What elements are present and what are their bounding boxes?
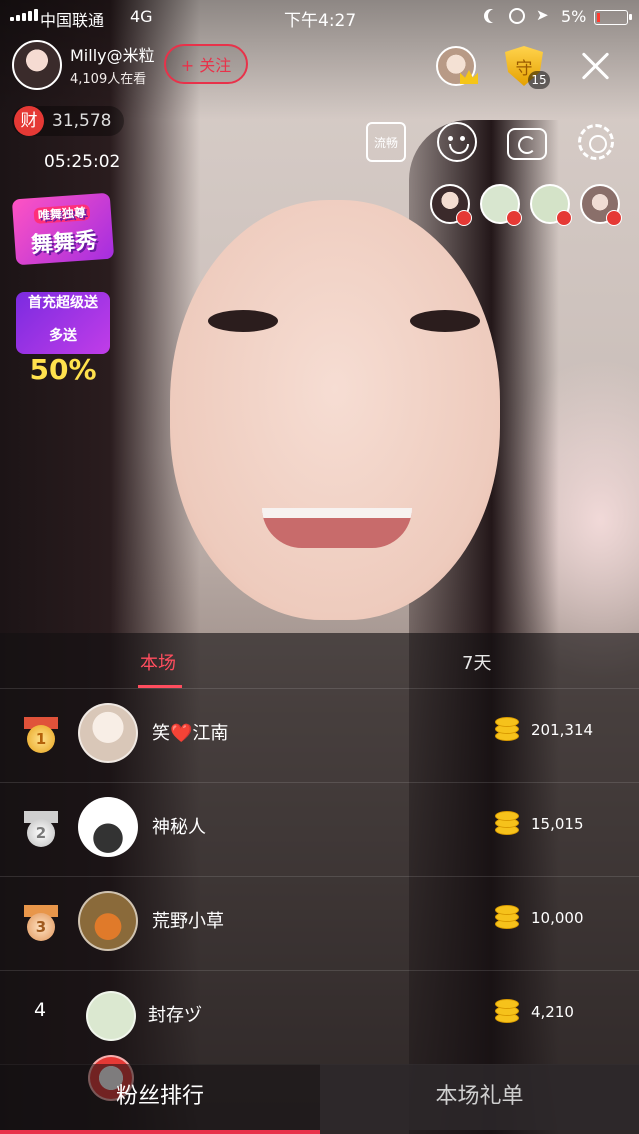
coin-icon	[495, 715, 521, 745]
wealth-icon: 财	[14, 106, 44, 136]
network-type: 4G	[130, 7, 153, 26]
viewer-avatar[interactable]	[530, 184, 572, 226]
follow-button[interactable]: + 关注	[164, 44, 248, 84]
avatar[interactable]	[78, 797, 138, 857]
user-name: 神秘人	[152, 817, 206, 838]
first-recharge-banner[interactable]: 首充超级送 多送 50%	[16, 292, 110, 386]
tab-gift-list[interactable]: 本场礼单	[320, 1064, 639, 1130]
lock-rotation-icon	[509, 8, 525, 24]
vip-badge-icon	[506, 210, 522, 226]
smooth-quality-label: 流畅	[373, 135, 398, 150]
user-name: 荒野小草	[152, 911, 224, 932]
recharge-banner-percent: 50%	[29, 353, 97, 386]
moon-icon	[488, 9, 502, 23]
host-name: Milly@米粒	[70, 46, 155, 65]
recharge-banner-sub: 多送	[49, 328, 77, 344]
viewer-avatar[interactable]	[480, 184, 522, 226]
medal-icon: 1	[24, 717, 58, 757]
user-name: 封存ヅ	[148, 1005, 202, 1026]
ranking-row[interactable]: 3 荒野小草 10,000	[0, 877, 639, 971]
battery-icon	[594, 10, 632, 25]
avatar[interactable]	[78, 891, 138, 951]
wealth-value: 31,578	[52, 111, 112, 131]
tab-indicator	[138, 685, 182, 688]
ranking-row[interactable]: 2 神秘人 15,015	[0, 783, 639, 877]
contribution-value: 15,015	[531, 815, 584, 833]
rank-number: 3	[27, 913, 55, 941]
rank-number: 1	[27, 725, 55, 753]
battery-percent: 5%	[561, 7, 587, 26]
dance-banner-title-b: 舞秀	[52, 228, 98, 257]
vip-badge-icon	[556, 210, 572, 226]
ranking-tab-bar: 本场 7天	[0, 633, 639, 689]
coin-icon	[495, 997, 521, 1027]
tab-fan-ranking[interactable]: 粉丝排行	[0, 1064, 320, 1130]
recharge-banner-title: 首充超级送	[28, 295, 98, 311]
rank-number: 2	[27, 819, 55, 847]
viewer-avatar[interactable]	[430, 184, 472, 226]
camera-flip-icon[interactable]	[507, 128, 547, 160]
dance-event-banner[interactable]: 唯舞独尊 舞舞秀	[11, 192, 115, 266]
ranking-row[interactable]: 4 封存ヅ 4,210	[0, 971, 639, 1065]
avatar[interactable]	[78, 703, 138, 763]
coin-icon	[495, 903, 521, 933]
viewer-count: 4,109人在看	[70, 72, 147, 87]
dance-banner-title-a: 舞	[30, 231, 54, 259]
live-video-face	[170, 200, 500, 620]
user-name: 笑❤️江南	[152, 723, 229, 744]
live-video-mouth	[262, 508, 412, 548]
medal-icon: 2	[24, 811, 58, 851]
tab-seven-days[interactable]: 7天	[462, 649, 491, 675]
wealth-badge[interactable]: 财 31,578	[12, 106, 124, 136]
live-video-eye-right	[410, 310, 480, 332]
live-duration: 05:25:02	[44, 152, 121, 172]
beauty-face-icon[interactable]	[437, 122, 477, 162]
contribution-value: 4,210	[531, 1003, 574, 1021]
bottom-tab-indicator	[0, 1130, 320, 1134]
vip-badge-icon	[606, 210, 622, 226]
live-video-eye-left	[208, 310, 278, 332]
bottom-tab-bar: 粉丝排行 本场礼单	[0, 1064, 639, 1134]
contribution-value: 201,314	[531, 721, 594, 739]
smooth-quality-icon[interactable]: 流畅	[366, 122, 406, 162]
fan-ranking-panel: 本场 7天 1 笑❤️江南 201,314 2 神秘人 15,015 3 荒野小…	[0, 633, 639, 1134]
host-avatar[interactable]	[12, 40, 62, 90]
location-icon: ➤	[536, 6, 549, 24]
viewer-avatar[interactable]	[580, 184, 622, 226]
vip-badge-icon	[456, 210, 472, 226]
contribution-value: 10,000	[531, 909, 584, 927]
avatar[interactable]	[86, 991, 136, 1041]
dance-banner-tag: 唯舞独尊	[33, 204, 91, 224]
rank-number: 4	[34, 999, 47, 1021]
tab-this-session[interactable]: 本场	[140, 649, 176, 675]
settings-icon[interactable]	[578, 124, 614, 160]
guard-count-badge: 15	[528, 71, 550, 89]
signal-icon	[10, 9, 38, 21]
medal-icon: 3	[24, 905, 58, 945]
close-icon[interactable]	[580, 50, 612, 82]
status-time: 下午4:27	[284, 11, 357, 31]
status-bar: 中国联通 4G 下午4:27 ➤ 5%	[0, 0, 639, 34]
carrier-name: 中国联通	[40, 11, 105, 30]
ranking-row[interactable]: 1 笑❤️江南 201,314	[0, 689, 639, 783]
coin-icon	[495, 809, 521, 839]
